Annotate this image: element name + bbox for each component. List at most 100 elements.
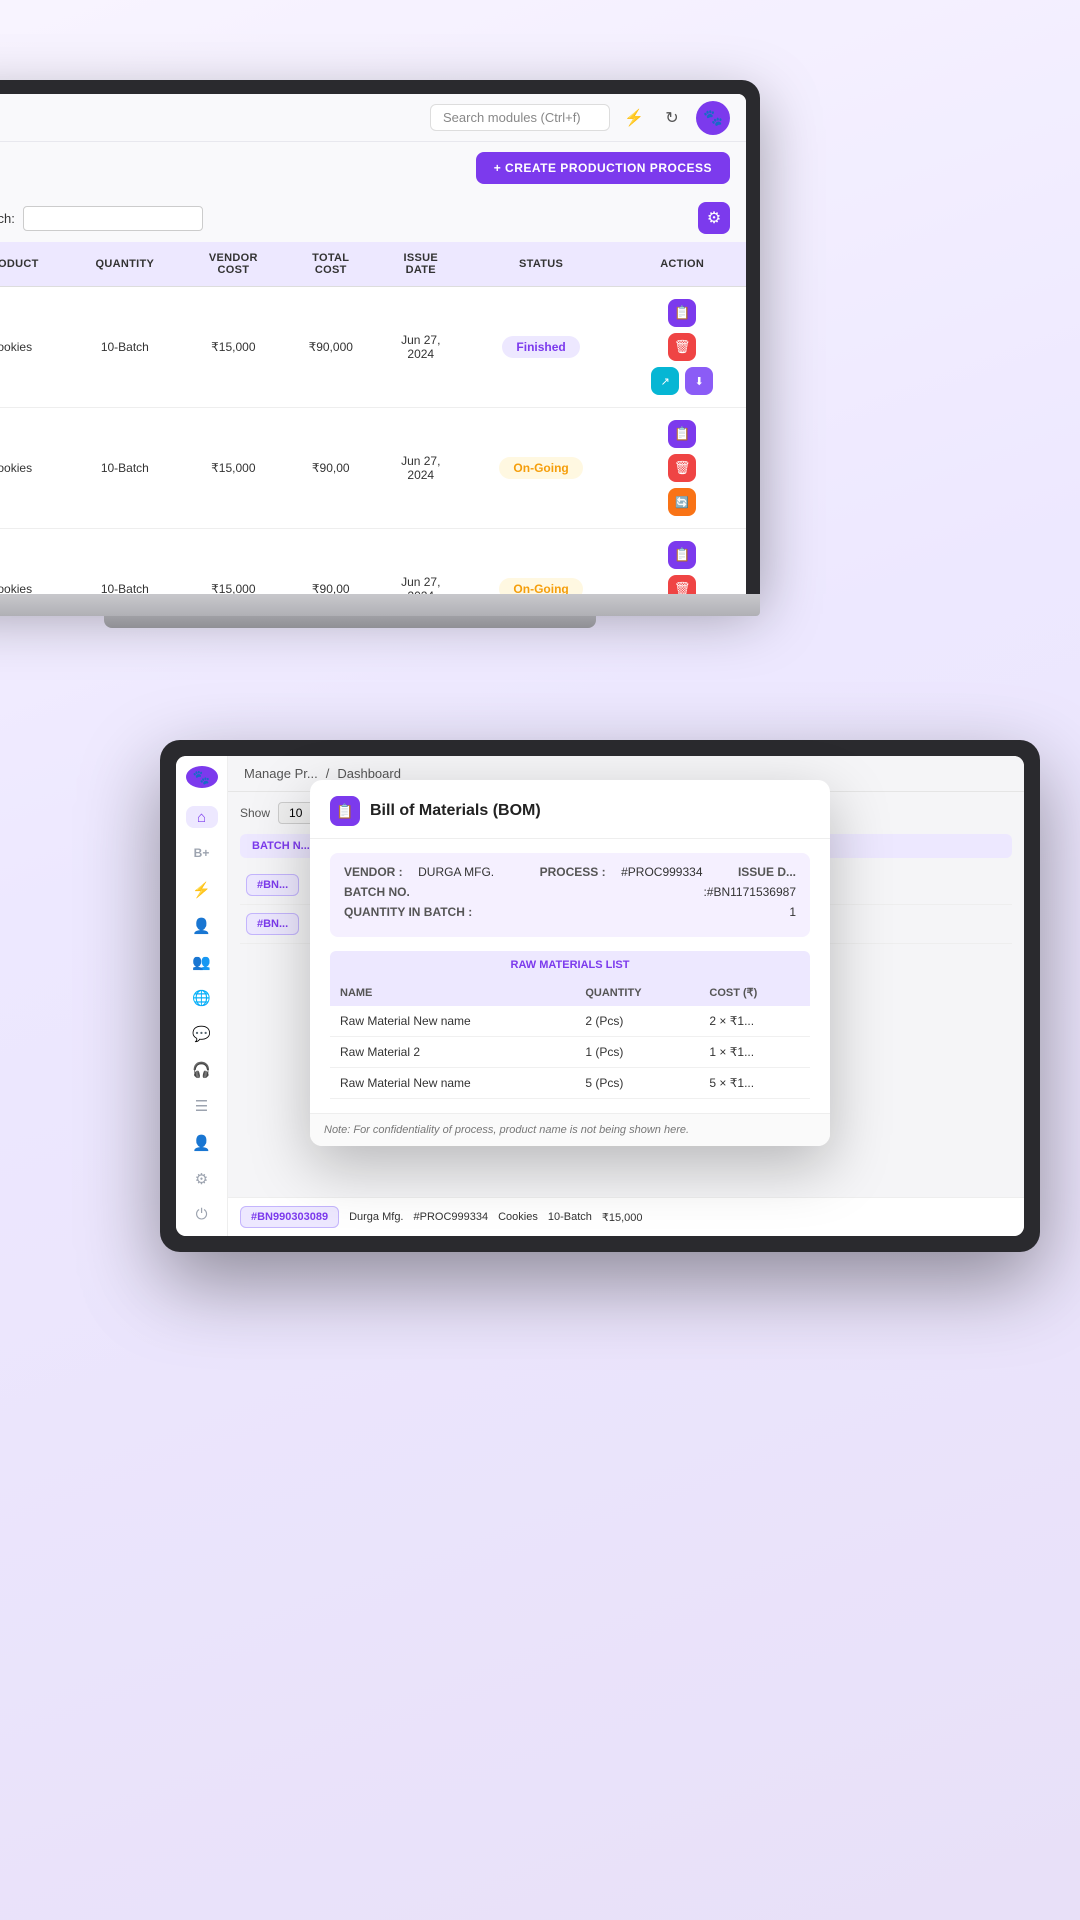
cell-product: Cookies xyxy=(0,408,67,529)
laptop-topbar: ⚡ ↻ 🐾 xyxy=(0,94,746,142)
col-action: ACTION xyxy=(618,242,746,287)
cell-quantity: 10-Batch xyxy=(67,287,183,408)
bom-batch-row: BATCH NO. :#BN1171536987 xyxy=(344,885,796,899)
sidebar-item-home[interactable]: ⌂ xyxy=(186,806,218,828)
bom-material-row: Raw Material New name 2 (Pcs) 2 × ₹1... xyxy=(330,1006,810,1037)
bom-col-cost: COST (₹) xyxy=(699,979,810,1006)
cell-quantity: 10-Batch xyxy=(67,529,183,595)
sidebar-logo: 🐾 xyxy=(186,766,218,788)
bom-note: Note: For confidentiality of process, pr… xyxy=(310,1113,830,1146)
bom-process-value: #PROC999334 xyxy=(621,865,702,879)
delete-btn[interactable]: 🗑 xyxy=(668,575,696,594)
cell-vendor-cost: ₹15,000 xyxy=(183,408,284,529)
create-btn-bar: + CREATE PRODUCTION PROCESS xyxy=(0,142,746,194)
bom-vendor-row: VENDOR : DURGA MFG. PROCESS : #PROC99933… xyxy=(344,865,796,879)
bom-icon-btn[interactable]: 📋 xyxy=(330,796,360,826)
sidebar-item-batch[interactable]: B+ xyxy=(186,842,218,864)
view-btn[interactable]: 📋 xyxy=(668,299,696,327)
laptop-foot xyxy=(104,616,596,628)
table-row: Cookies 10-Batch ₹15,000 ₹90,00 Jun 27,2… xyxy=(0,529,746,595)
col-product: PRODUCT xyxy=(0,242,67,287)
tablet-manage-label: Manage Pr... xyxy=(244,766,318,781)
tablet-row-data: — xyxy=(811,905,1012,944)
cell-issue-date: Jun 27,2024 xyxy=(378,529,464,595)
cell-quantity: 10-Batch xyxy=(67,408,183,529)
bom-qty-value: 1 xyxy=(789,905,796,919)
cell-action: 📋 🗑 ↗ ⬇ xyxy=(618,287,746,408)
bom-qty-row: QUANTITY IN BATCH : 1 xyxy=(344,905,796,919)
import-btn[interactable]: ⬇ xyxy=(685,367,713,395)
bom-modal-header: 📋 Bill of Materials (BOM) xyxy=(310,780,830,839)
bom-material-qty: 1 (Pcs) xyxy=(575,1037,699,1068)
bom-table-header: NAME QUANTITY COST (₹) xyxy=(330,979,810,1006)
table-row: Cookies 10-Batch ₹15,000 ₹90,000 Jun 27,… xyxy=(0,287,746,408)
bom-materials-table: NAME QUANTITY COST (₹) Raw Material New … xyxy=(330,979,810,1099)
sidebar-item-settings[interactable]: ⚙ xyxy=(186,1168,218,1190)
cell-product: Cookies xyxy=(0,287,67,408)
cell-action: 📋 🗑 🔄 xyxy=(618,408,746,529)
sidebar-item-group[interactable]: 👥 xyxy=(186,951,218,973)
sidebar-item-users[interactable]: 👤 xyxy=(186,915,218,937)
sidebar-item-list[interactable]: ☰ xyxy=(186,1095,218,1117)
bom-vendor-value: DURGA MFG. xyxy=(418,865,494,879)
sidebar-item-headphone[interactable]: 🎧 xyxy=(186,1059,218,1081)
view-btn[interactable]: 📋 xyxy=(668,541,696,569)
cell-status: On-Going xyxy=(464,529,619,595)
delete-btn[interactable]: 🗑 xyxy=(668,454,696,482)
cell-issue-date: Jun 27,2024 xyxy=(378,408,464,529)
view-btn[interactable]: 📋 xyxy=(668,420,696,448)
create-production-btn[interactable]: + CREATE PRODUCTION PROCESS xyxy=(476,152,730,184)
app-logo: 🐾 xyxy=(696,101,730,135)
bottom-vendor: Durga Mfg. xyxy=(349,1211,403,1223)
bottom-product: Cookies xyxy=(498,1211,538,1223)
search-modules-input[interactable] xyxy=(430,104,610,131)
bom-batchno-value: :#BN1171536987 xyxy=(703,885,796,899)
laptop-device: ⚡ ↻ 🐾 + CREATE PRODUCTION PROCESS Search… xyxy=(0,80,760,628)
filter-icon[interactable]: ⚡ xyxy=(620,104,648,132)
bottom-vendor-cost: ₹15,000 xyxy=(602,1211,643,1224)
sidebar-item-filter[interactable]: ⚡ xyxy=(186,878,218,900)
action-col: 📋 🗑 🔄 xyxy=(626,418,738,518)
breadcrumb-sep: / xyxy=(326,766,330,781)
action-row: ↗ ⬇ xyxy=(649,365,715,397)
bom-col-name: NAME xyxy=(330,979,575,1006)
sidebar-item-chat[interactable]: 💬 xyxy=(186,1023,218,1045)
bom-raw-header: RAW MATERIALS LIST xyxy=(330,951,810,979)
col-total-cost: TOTALCOST xyxy=(284,242,378,287)
status-badge-finished: Finished xyxy=(502,336,579,358)
refresh-btn[interactable]: 🔄 xyxy=(668,488,696,516)
bom-material-name: Raw Material 2 xyxy=(330,1037,575,1068)
production-table-container: PRODUCT QUANTITY VENDORCOST TOTALCOST IS… xyxy=(0,242,746,594)
refresh-icon[interactable]: ↻ xyxy=(658,104,686,132)
settings-button[interactable]: ⚙ xyxy=(698,202,730,234)
action-col: 📋 🗑 🔄 xyxy=(626,539,738,594)
batch-tag-btn[interactable]: #BN... xyxy=(246,913,299,935)
bom-modal: 📋 Bill of Materials (BOM) VENDOR : DURGA… xyxy=(310,780,830,1146)
production-table: PRODUCT QUANTITY VENDORCOST TOTALCOST IS… xyxy=(0,242,746,594)
sidebar-item-power[interactable]: ⏻ xyxy=(186,1204,218,1226)
search-input[interactable] xyxy=(23,206,203,231)
bom-material-row: Raw Material 2 1 (Pcs) 1 × ₹1... xyxy=(330,1037,810,1068)
cell-total-cost: ₹90,000 xyxy=(284,287,378,408)
bom-process-label: PROCESS : xyxy=(540,865,606,879)
sidebar-item-person[interactable]: 👤 xyxy=(186,1132,218,1154)
laptop-screen: ⚡ ↻ 🐾 + CREATE PRODUCTION PROCESS Search… xyxy=(0,94,746,594)
export-btn[interactable]: ↗ xyxy=(651,367,679,395)
status-badge-ongoing: On-Going xyxy=(499,457,582,479)
table-row: Cookies 10-Batch ₹15,000 ₹90,00 Jun 27,2… xyxy=(0,408,746,529)
search-bar-row: Search: ⚙ xyxy=(0,194,746,242)
tablet-row-data: — xyxy=(811,866,1012,905)
cell-action: 📋 🗑 🔄 xyxy=(618,529,746,595)
batch-tag-btn[interactable]: #BN... xyxy=(246,874,299,896)
sidebar-item-globe[interactable]: 🌐 xyxy=(186,987,218,1009)
delete-btn[interactable]: 🗑 xyxy=(668,333,696,361)
col-vendor-cost: VENDORCOST xyxy=(183,242,284,287)
tablet-sidebar: 🐾 ⌂ B+ ⚡ 👤 👥 🌐 💬 🎧 ☰ 👤 ⚙ ⏻ xyxy=(176,756,228,1236)
laptop-base xyxy=(0,594,760,616)
bom-material-qty: 2 (Pcs) xyxy=(575,1006,699,1037)
bottom-batch-tag[interactable]: #BN990303089 xyxy=(240,1206,339,1228)
bom-modal-body: VENDOR : DURGA MFG. PROCESS : #PROC99933… xyxy=(310,839,830,1113)
cell-issue-date: Jun 27,2024 xyxy=(378,287,464,408)
bom-material-name: Raw Material New name xyxy=(330,1006,575,1037)
bom-vendor-label: VENDOR : xyxy=(344,865,403,879)
